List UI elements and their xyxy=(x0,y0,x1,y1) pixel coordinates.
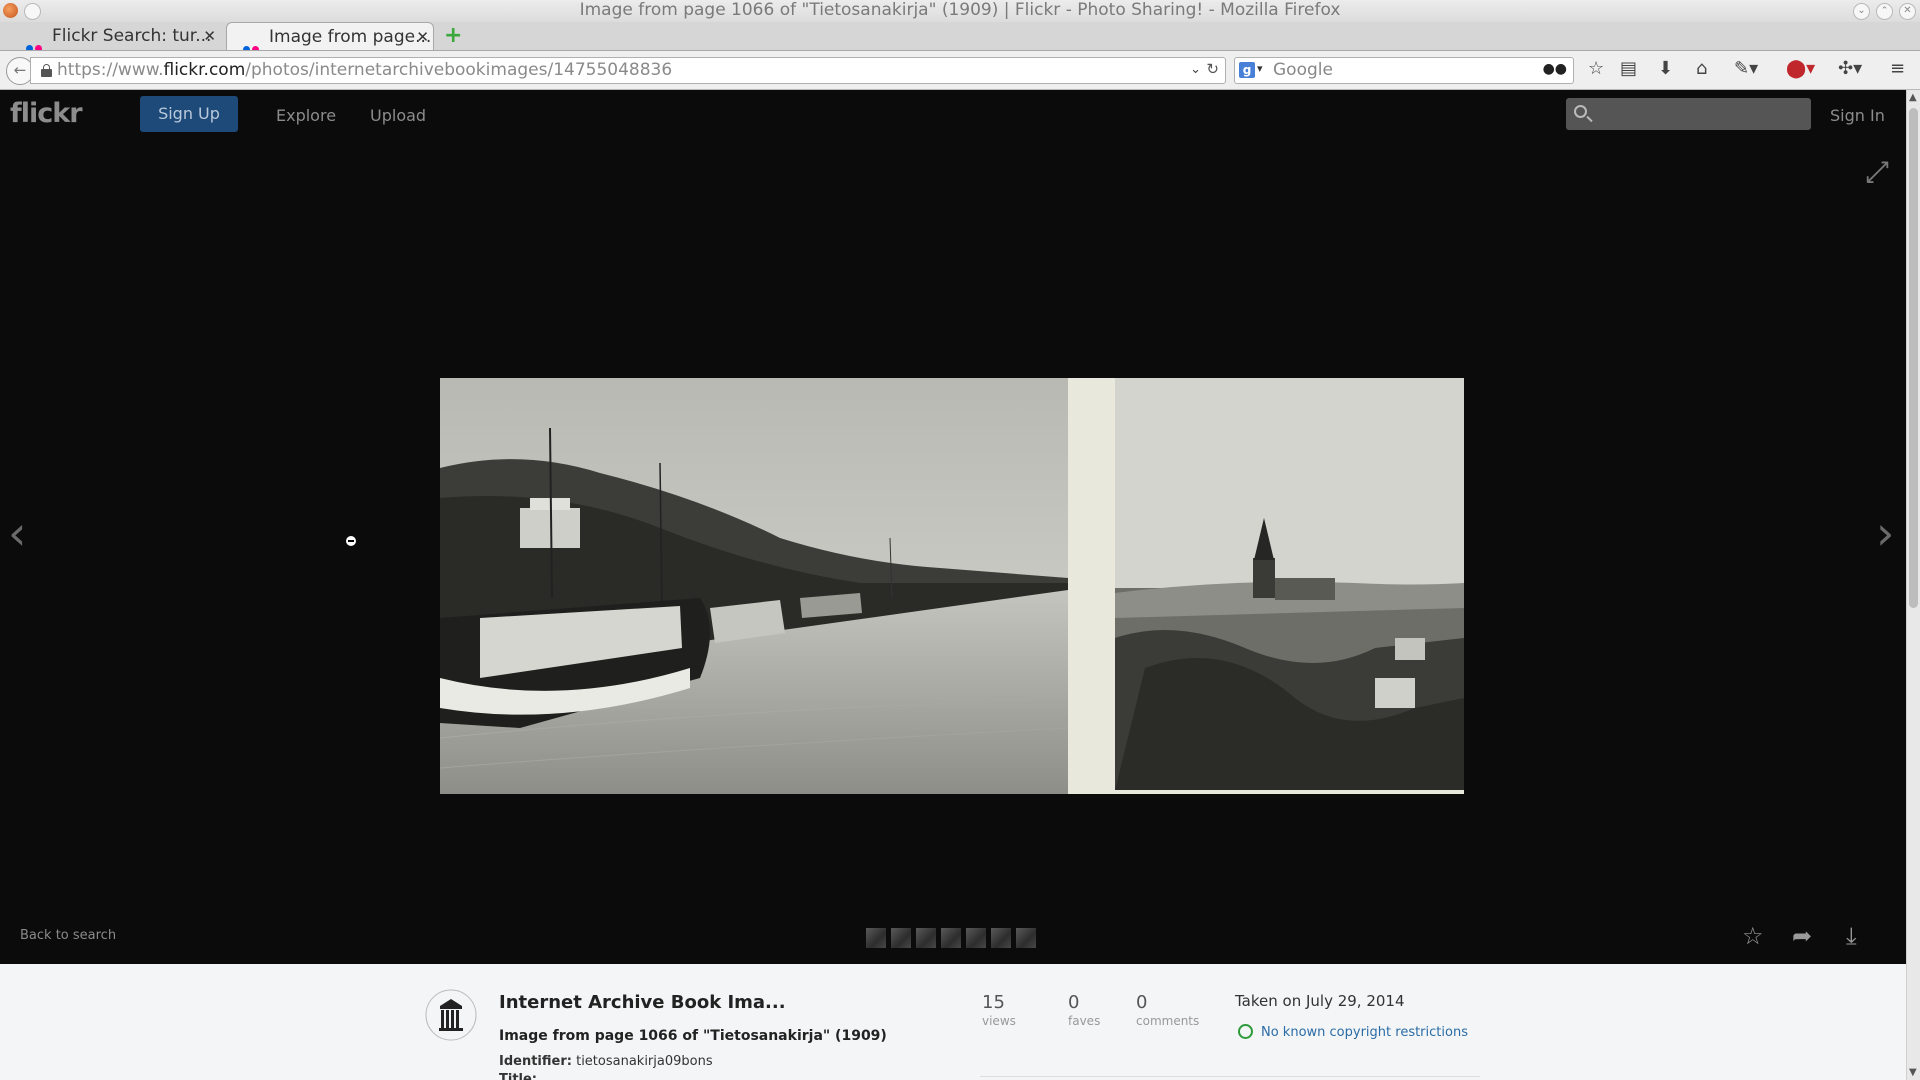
stat-comments: 0 comments xyxy=(1136,992,1200,1028)
photo-info-panel: Internet Archive Book Ima... Image from … xyxy=(0,964,1906,1080)
photostream-thumbnail[interactable] xyxy=(1016,928,1036,948)
prev-arrow-icon[interactable]: ‹ xyxy=(8,510,26,556)
search-input[interactable] xyxy=(1566,98,1811,130)
google-icon[interactable]: g xyxy=(1239,62,1255,78)
firefox-logo-icon xyxy=(3,3,18,18)
stat-faves: 0 faves xyxy=(1068,992,1101,1028)
window-titlebar: Image from page 1066 of "Tietosanakirja"… xyxy=(0,0,1920,22)
scrollbar-thumb[interactable] xyxy=(1909,108,1918,608)
vertical-scrollbar[interactable]: ▲ ▼ xyxy=(1906,90,1920,1080)
photostream-strip xyxy=(866,928,1041,948)
flickr-page: flickr Sign Up Explore Upload Sign In ⟷ … xyxy=(0,90,1906,1080)
history-dropdown-icon[interactable]: ⌄ xyxy=(1190,62,1201,77)
close-icon[interactable]: ✕ xyxy=(416,23,429,50)
photostream-thumbnail[interactable] xyxy=(991,928,1011,948)
signin-link[interactable]: Sign In xyxy=(1830,106,1885,125)
stat-views: 15 views xyxy=(982,992,1016,1028)
photostream-thumbnail[interactable] xyxy=(891,928,911,948)
close-icon[interactable]: ✕ xyxy=(203,22,216,50)
flickr-dots-icon xyxy=(243,34,261,50)
lock-icon xyxy=(41,64,52,77)
photostream-thumbnail[interactable] xyxy=(866,928,886,948)
share-icon[interactable]: ➦ xyxy=(1792,922,1812,950)
back-to-search-link[interactable]: Back to search xyxy=(20,928,116,943)
search-bar[interactable]: g ▾ Google ●● xyxy=(1234,57,1574,84)
download-photo-icon[interactable]: ⤓ xyxy=(1846,922,1857,950)
owner-name[interactable]: Internet Archive Book Ima... xyxy=(499,992,786,1013)
photo-identifier: Identifier: tietosanakirja09bons xyxy=(499,1054,713,1069)
window-close-icon[interactable]: ✕ xyxy=(1899,3,1916,20)
mouse-cursor xyxy=(346,536,356,546)
photo-harbor-scene xyxy=(440,378,1068,794)
tab-label: Flickr Search: tur... xyxy=(52,26,212,46)
reading-list-icon[interactable]: ▤ xyxy=(1620,59,1637,79)
nav-explore[interactable]: Explore xyxy=(276,106,336,125)
taken-date: Taken on July 29, 2014 xyxy=(1235,992,1405,1010)
reload-icon[interactable]: ↻ xyxy=(1206,60,1219,78)
photostream-thumbnail[interactable] xyxy=(941,928,961,948)
window-menu-icon[interactable] xyxy=(24,3,41,20)
window-title: Image from page 1066 of "Tietosanakirja"… xyxy=(579,0,1341,20)
main-photo[interactable] xyxy=(440,378,1464,794)
adblock-icon[interactable]: ⬤▾ xyxy=(1786,59,1815,79)
tab-strip: Flickr Search: tur... ✕ Image from page.… xyxy=(0,22,1920,51)
search-icon xyxy=(1574,105,1587,118)
download-icon[interactable]: ⬇ xyxy=(1658,59,1673,79)
signup-button[interactable]: Sign Up xyxy=(140,96,238,132)
next-arrow-icon[interactable]: › xyxy=(1876,510,1894,556)
url-bar[interactable]: https://www.flickr.com/photos/internetar… xyxy=(30,57,1226,84)
home-icon[interactable]: ⌂ xyxy=(1696,59,1707,79)
photo-title: Image from page 1066 of "Tietosanakirja"… xyxy=(499,1028,887,1044)
minimize-icon[interactable]: ⌄ xyxy=(1853,3,1870,20)
chevron-down-icon[interactable]: ▾ xyxy=(1257,62,1263,75)
scroll-down-icon[interactable]: ▼ xyxy=(1909,1067,1917,1078)
flickr-logo[interactable]: flickr xyxy=(10,98,83,129)
photostream-thumbnail[interactable] xyxy=(966,928,986,948)
url-text[interactable]: https://www.flickr.com/photos/internetar… xyxy=(57,58,672,83)
nav-upload[interactable]: Upload xyxy=(370,106,426,125)
tab-flickr-search[interactable]: Flickr Search: tur... ✕ xyxy=(10,22,220,50)
tab-label: Image from page... xyxy=(269,27,432,47)
binoculars-icon[interactable]: ●● xyxy=(1543,61,1567,77)
maximize-icon[interactable]: ⌃ xyxy=(1876,3,1893,20)
menu-icon[interactable]: ≡ xyxy=(1890,59,1905,79)
license-link[interactable]: No known copyright restrictions xyxy=(1238,1024,1468,1040)
expand-icon[interactable]: ⟷ xyxy=(1858,153,1898,193)
owner-avatar[interactable] xyxy=(424,988,478,1042)
tools-icon[interactable]: ✎▾ xyxy=(1734,59,1758,79)
search-placeholder: Google xyxy=(1273,60,1333,80)
photo-title-field: Title: xyxy=(499,1072,538,1080)
scroll-up-icon[interactable]: ▲ xyxy=(1909,92,1917,103)
new-tab-icon[interactable]: + xyxy=(444,22,462,50)
favorite-star-icon[interactable]: ☆ xyxy=(1742,922,1764,950)
license-icon xyxy=(1238,1024,1253,1039)
bookmark-star-icon[interactable]: ☆ xyxy=(1588,59,1604,79)
addon-icon[interactable]: ✣▾ xyxy=(1838,59,1862,79)
divider xyxy=(980,1076,1480,1077)
flickr-dots-icon xyxy=(26,33,44,50)
tab-image-page[interactable]: Image from page... ✕ xyxy=(226,22,434,50)
photo-cathedral-scene xyxy=(1115,378,1464,790)
photostream-thumbnail[interactable] xyxy=(916,928,936,948)
